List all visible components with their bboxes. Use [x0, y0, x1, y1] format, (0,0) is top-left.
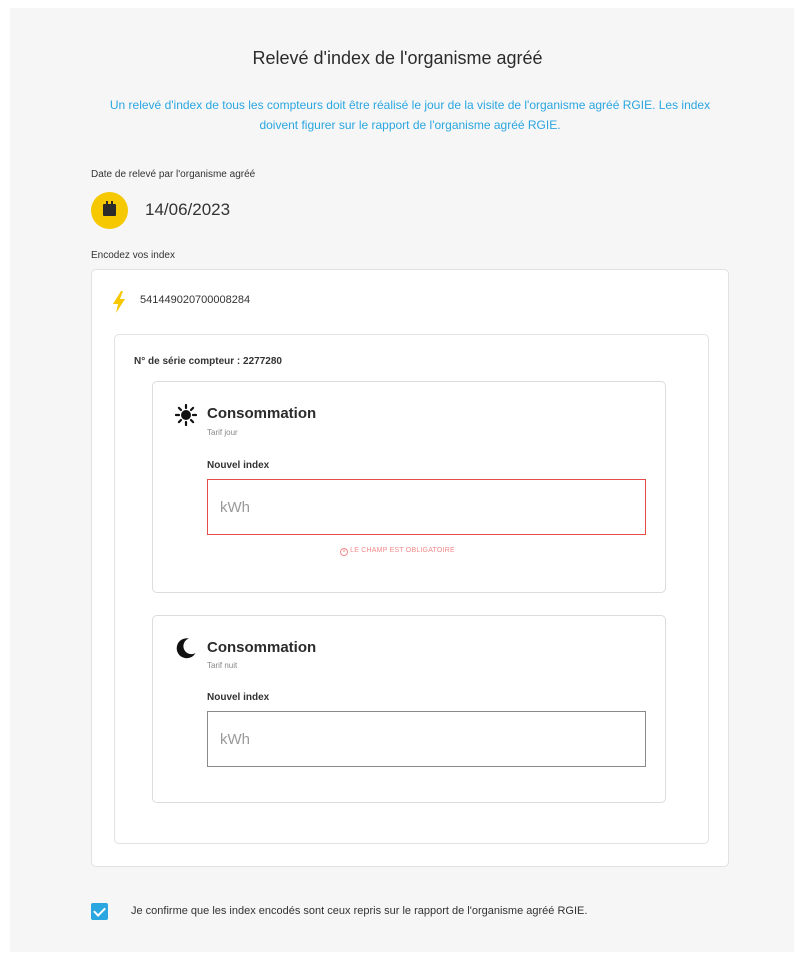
- date-label: Date de relevé par l'organisme agréé: [91, 169, 256, 180]
- tariff-label-night: Tarif nuit: [207, 661, 238, 670]
- ean-code: 541449020700008284: [140, 294, 251, 306]
- moon-icon: [176, 638, 196, 659]
- new-index-input-day[interactable]: [207, 479, 646, 535]
- new-index-label-day: Nouvel index: [207, 460, 270, 471]
- confirm-checkbox[interactable]: [91, 903, 108, 920]
- meter-serial: N° de série compteur : 2277280: [134, 356, 282, 367]
- error-icon: ×: [340, 548, 349, 556]
- confirm-label[interactable]: Je confirme que les index encodés sont c…: [131, 905, 587, 917]
- consumption-title-day: Consommation: [207, 405, 317, 422]
- encode-label: Encodez vos index: [91, 250, 175, 261]
- date-picker-button[interactable]: [91, 192, 128, 229]
- lightning-icon: [113, 291, 125, 313]
- new-index-label-night: Nouvel index: [207, 692, 270, 703]
- consumption-title-night: Consommation: [207, 639, 317, 656]
- tariff-label-day: Tarif jour: [207, 428, 238, 437]
- new-index-input-night[interactable]: [207, 711, 646, 767]
- required-field-error: × LE CHAMP EST OBLIGATOIRE: [0, 547, 795, 556]
- page-title: Relevé d'index de l'organisme agréé: [252, 48, 543, 68]
- sun-icon: [175, 404, 197, 426]
- date-value[interactable]: 14/06/2023: [145, 200, 230, 220]
- error-text: LE CHAMP EST OBLIGATOIRE: [350, 547, 455, 554]
- page-subtitle: Un relevé d'index de tous les compteurs …: [109, 98, 711, 132]
- calendar-icon: [103, 201, 116, 216]
